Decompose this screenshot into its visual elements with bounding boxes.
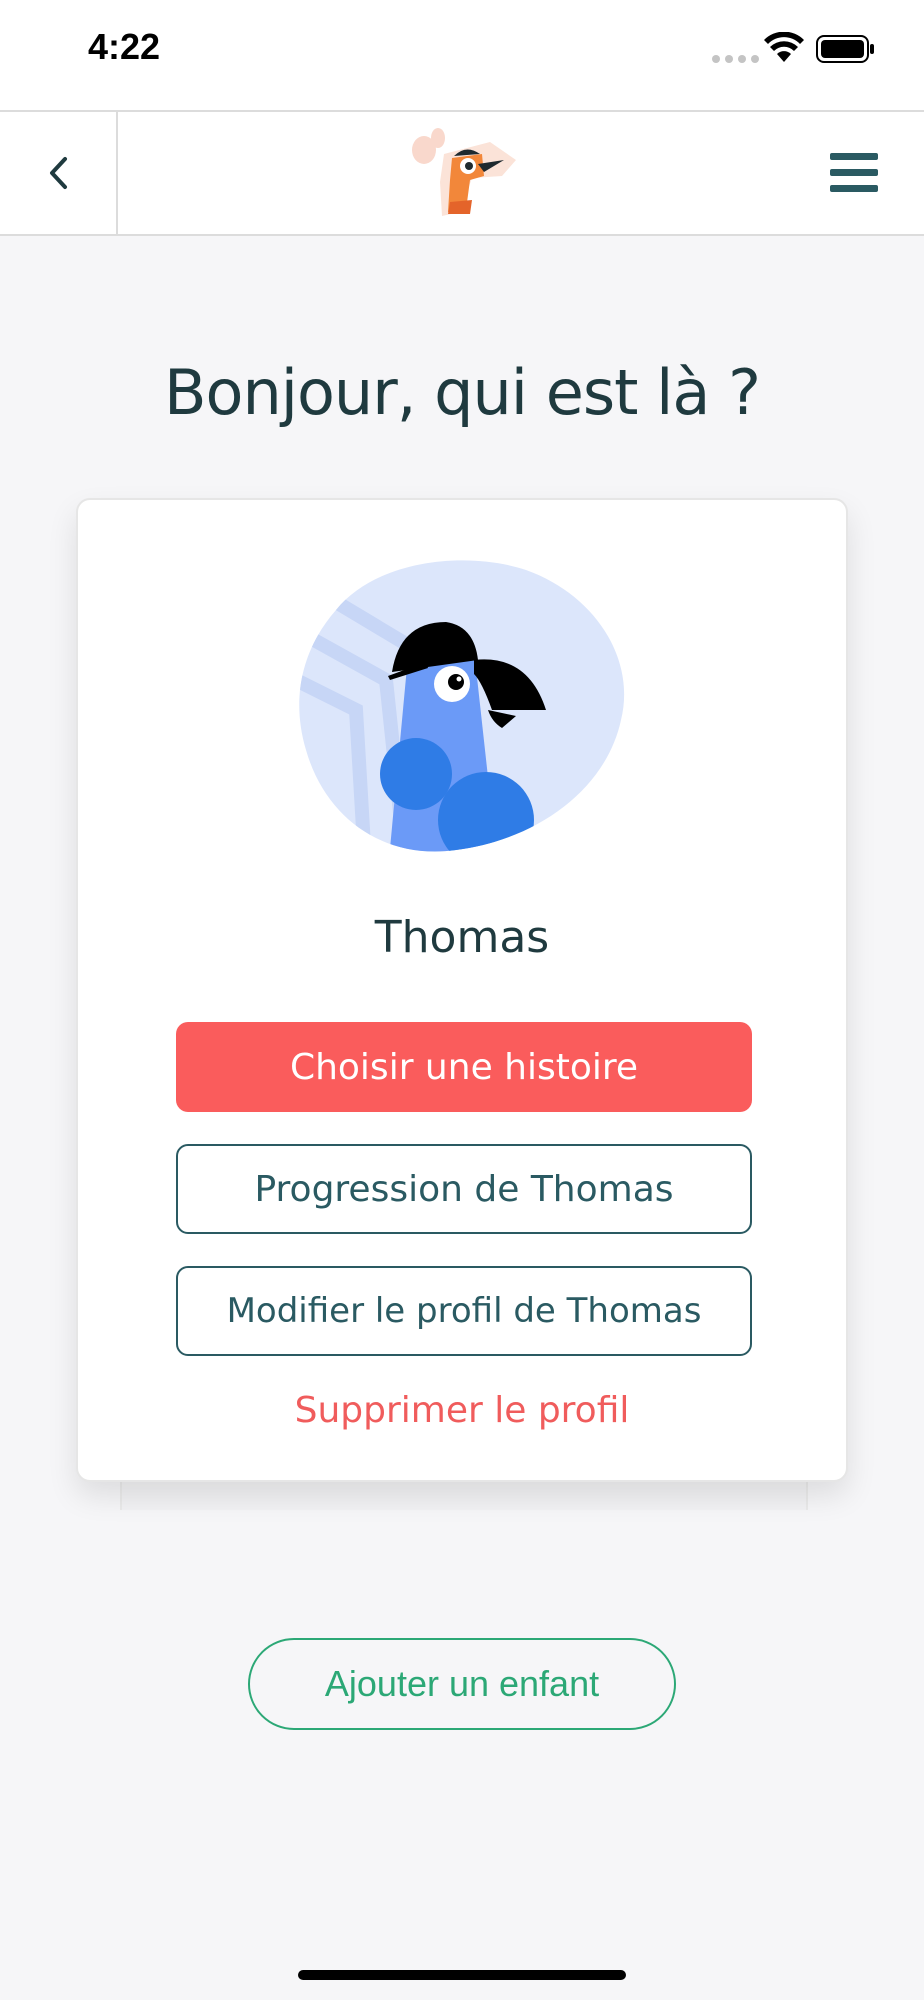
battery-icon: [816, 35, 874, 63]
page-title: Bonjour, qui est là ?: [163, 356, 761, 429]
blue-bird-with-cap-avatar: [299, 560, 625, 852]
add-child-button[interactable]: Ajouter un enfant: [248, 1638, 676, 1730]
profile-name: Thomas: [374, 912, 550, 963]
progress-button[interactable]: Progression de Thomas: [176, 1144, 752, 1234]
home-indicator: [298, 1970, 626, 1980]
hamburger-menu-icon[interactable]: [830, 152, 878, 194]
cellular-signal-icon: [712, 55, 759, 63]
status-bar: 4:22: [0, 0, 924, 110]
navigation-bar: [0, 110, 924, 236]
choose-story-button[interactable]: Choisir une histoire: [176, 1022, 752, 1112]
delete-profile-link[interactable]: Supprimer le profil: [78, 1390, 846, 1431]
chevron-left-icon: [50, 157, 67, 189]
bird-logo-icon[interactable]: [404, 120, 520, 224]
wifi-icon: [764, 32, 804, 62]
status-time: 4:22: [88, 26, 161, 67]
back-button[interactable]: [0, 112, 118, 234]
profile-card: Thomas Choisir une histoire Progression …: [76, 498, 848, 1482]
edit-profile-button[interactable]: Modifier le profil de Thomas: [176, 1266, 752, 1356]
